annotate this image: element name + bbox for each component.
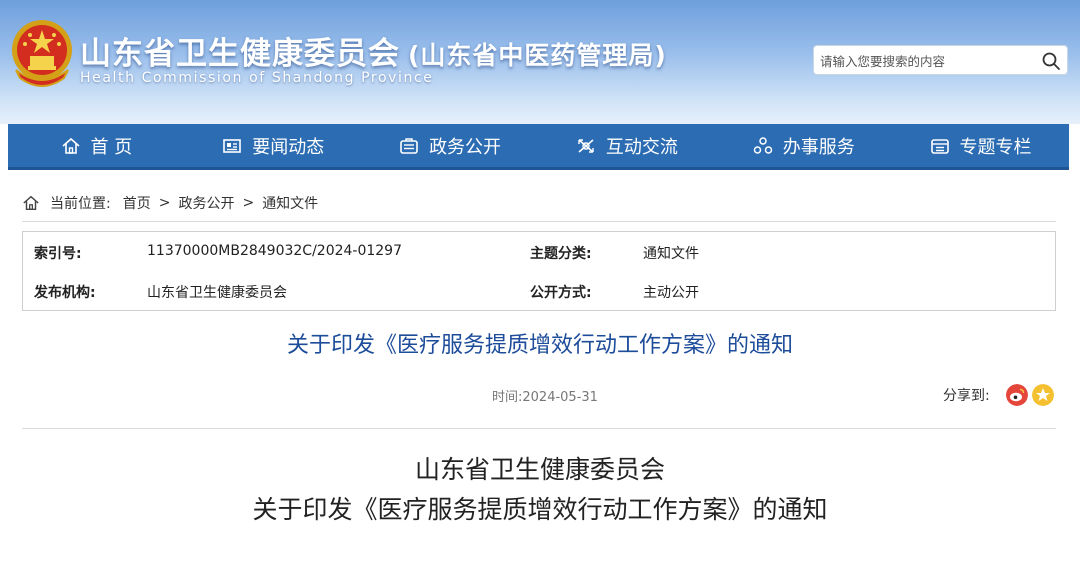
divider bbox=[22, 221, 1056, 222]
breadcrumb-link-gov-affairs[interactable]: 政务公开 bbox=[178, 193, 234, 213]
site-title-sub: (山东省中医药管理局) bbox=[408, 41, 667, 70]
nav-item-news[interactable]: 要闻动态 bbox=[185, 124, 362, 167]
publish-time-label: 时间: bbox=[492, 390, 523, 405]
divider bbox=[22, 428, 1056, 429]
nav-item-label: 首 页 bbox=[90, 136, 133, 158]
publisher-label: 发布机构: bbox=[34, 285, 96, 301]
nav-item-label: 办事服务 bbox=[782, 136, 855, 158]
index-label: 索引号: bbox=[34, 246, 82, 262]
article-title: 关于印发《医疗服务提质增效行动工作方案》的通知 bbox=[286, 333, 793, 358]
nav-item-label: 要闻动态 bbox=[252, 136, 325, 158]
site-title[interactable]: 山东省卫生健康委员会 (山东省中医药管理局) bbox=[80, 28, 667, 73]
body-heading-line2: 关于印发《医疗服务提质增效行动工作方案》的通知 bbox=[252, 495, 828, 524]
interaction-icon bbox=[578, 138, 594, 153]
site-title-main: 山东省卫生健康委员会 bbox=[80, 36, 400, 72]
topic-value: 通知文件 bbox=[643, 246, 699, 262]
breadcrumb-link-notices[interactable]: 通知文件 bbox=[262, 193, 318, 213]
breadcrumb: 当前位置: 首页 > 政务公开 > 通知文件 bbox=[22, 192, 318, 214]
main-nav: 首 页 要闻动态 政务公开 互动交流 办事服务 专题专栏 bbox=[8, 124, 1069, 170]
search-input[interactable] bbox=[820, 50, 1040, 72]
nav-item-gov-affairs[interactable]: 政务公开 bbox=[362, 124, 539, 167]
weibo-icon[interactable] bbox=[1005, 384, 1028, 406]
nav-item-label: 政务公开 bbox=[429, 136, 502, 158]
index-value: 11370000MB2849032C/2024-01297 bbox=[147, 243, 403, 259]
site-header: 山东省卫生健康委员会 (山东省中医药管理局) Health Commission … bbox=[0, 0, 1080, 124]
service-icon bbox=[753, 136, 772, 154]
breadcrumb-separator: > bbox=[158, 195, 171, 211]
share-label: 分享到: bbox=[943, 388, 990, 404]
news-icon bbox=[223, 138, 242, 153]
national-emblem-icon[interactable] bbox=[10, 18, 74, 88]
breadcrumb-prefix: 当前位置: bbox=[50, 196, 111, 212]
qzone-icon[interactable] bbox=[1031, 384, 1054, 406]
home-icon[interactable] bbox=[22, 194, 40, 212]
nav-item-services[interactable]: 办事服务 bbox=[715, 124, 892, 167]
nav-item-label: 互动交流 bbox=[605, 136, 678, 158]
document-icon bbox=[400, 137, 418, 154]
disclosure-value: 主动公开 bbox=[643, 285, 699, 301]
topic-label: 主题分类: bbox=[530, 246, 592, 262]
site-title-english: Health Commission of Shandong Province bbox=[80, 70, 434, 86]
home-icon bbox=[62, 137, 80, 154]
topic-icon bbox=[930, 138, 949, 154]
disclosure-label: 公开方式: bbox=[530, 285, 592, 301]
nav-item-interaction[interactable]: 互动交流 bbox=[538, 124, 715, 167]
nav-item-home[interactable]: 首 页 bbox=[8, 124, 185, 167]
publish-time: 时间:2024-05-31 bbox=[492, 386, 598, 405]
body-heading-line1: 山东省卫生健康委员会 bbox=[414, 455, 665, 484]
search-icon[interactable] bbox=[1041, 51, 1061, 71]
nav-item-label: 专题专栏 bbox=[959, 136, 1032, 158]
breadcrumb-separator: > bbox=[242, 195, 255, 211]
nav-item-topics[interactable]: 专题专栏 bbox=[892, 124, 1069, 167]
publisher-value: 山东省卫生健康委员会 bbox=[147, 285, 287, 301]
share-bar: 分享到: bbox=[943, 384, 1054, 406]
search-box bbox=[813, 45, 1068, 75]
breadcrumb-link-home[interactable]: 首页 bbox=[123, 193, 151, 213]
publish-time-value: 2024-05-31 bbox=[522, 390, 598, 405]
document-meta-table: 索引号: 11370000MB2849032C/2024-01297 主题分类:… bbox=[22, 231, 1056, 311]
